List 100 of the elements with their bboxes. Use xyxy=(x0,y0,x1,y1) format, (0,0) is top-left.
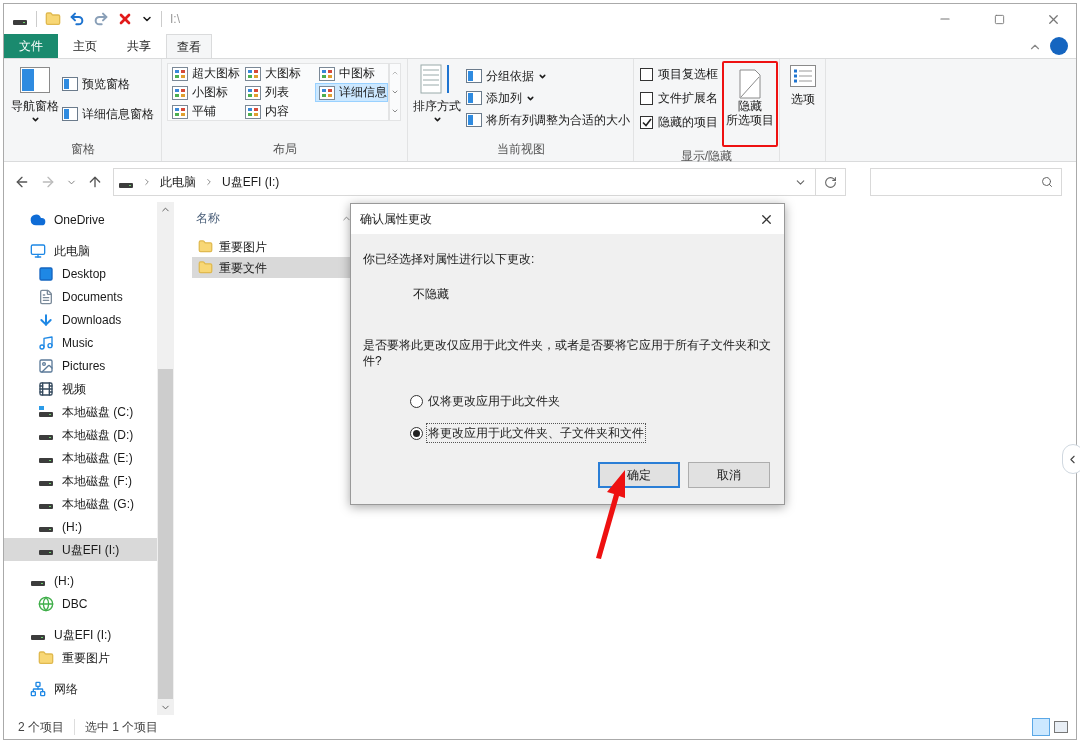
dialog-button[interactable]: 确定 xyxy=(598,462,680,488)
file-row[interactable]: 重要图片 xyxy=(192,236,362,257)
ribbon-tab[interactable]: 文件 xyxy=(4,34,58,58)
size-columns-button[interactable]: 将所有列调整为合适的大小 xyxy=(466,111,630,129)
nav-item[interactable]: 本地磁盘 (E:) xyxy=(4,446,157,469)
up-icon[interactable] xyxy=(87,174,103,190)
drive-icon xyxy=(39,481,53,486)
radio-label: 仅将更改应用于此文件夹 xyxy=(427,393,561,410)
network-icon xyxy=(30,680,46,697)
checkbox-label: 文件扩展名 xyxy=(658,90,718,107)
document-icon xyxy=(38,288,54,305)
options-button[interactable]: 选项 xyxy=(789,65,816,111)
view-icon xyxy=(318,85,335,100)
add-columns-button[interactable]: 添加列 xyxy=(466,89,630,107)
system-drive-icon xyxy=(38,405,54,418)
search-icon xyxy=(1041,176,1053,188)
window-title: I:\ xyxy=(170,11,180,28)
radio-label: 将更改应用于此文件夹、子文件夹和文件 xyxy=(426,423,646,443)
drive-icon xyxy=(39,504,53,509)
scrollbar[interactable] xyxy=(157,202,174,715)
view-icon xyxy=(172,85,188,100)
view-icon xyxy=(245,85,262,100)
pane-icon xyxy=(62,77,78,91)
pane-icon xyxy=(62,107,78,121)
layout-option[interactable]: 平铺 xyxy=(168,102,242,121)
chevron-icon xyxy=(204,177,214,187)
collapse-pane-button[interactable] xyxy=(1062,444,1080,474)
refresh-icon[interactable] xyxy=(824,175,837,189)
nav-item[interactable]: OneDrive xyxy=(4,208,157,231)
nav-item[interactable]: Music xyxy=(4,331,157,354)
nav-item[interactable]: (H:) xyxy=(4,569,157,592)
group-by-button[interactable]: 分组依据 xyxy=(466,67,630,85)
radio-button[interactable] xyxy=(410,426,423,440)
nav-item[interactable]: 重要图片 xyxy=(4,646,157,669)
nav-item[interactable]: Pictures xyxy=(4,354,157,377)
undo-icon[interactable] xyxy=(69,11,85,27)
view-icon xyxy=(245,66,262,81)
layout-option[interactable]: 中图标 xyxy=(314,64,388,83)
breadcrumb[interactable]: U盘EFI (I:) xyxy=(222,173,280,191)
drive-icon xyxy=(39,550,53,555)
film-icon xyxy=(38,380,54,397)
ribbon-tab[interactable]: 查看 xyxy=(166,34,212,58)
search-field[interactable] xyxy=(870,168,1062,196)
nav-item[interactable]: 本地磁盘 (F:) xyxy=(4,469,157,492)
layout-option[interactable]: 内容 xyxy=(241,102,315,121)
nav-item[interactable]: Downloads xyxy=(4,308,157,331)
details-pane-button[interactable]: 详细信息窗格 xyxy=(62,105,154,123)
scroll-down-icon xyxy=(391,88,399,96)
nav-item[interactable]: 本地磁盘 (C:) xyxy=(4,400,157,423)
picture-icon xyxy=(38,357,54,374)
group-label: 窗格 xyxy=(69,141,96,158)
gallery-scrollbar[interactable] xyxy=(389,63,401,121)
back-icon[interactable] xyxy=(14,174,30,190)
globe-icon xyxy=(38,595,54,612)
layout-option[interactable]: 详细信息 xyxy=(314,83,388,102)
ribbon-tab[interactable]: 共享 xyxy=(112,34,166,58)
music-icon xyxy=(38,334,54,351)
folder-icon xyxy=(38,649,54,666)
thumbnail-view-icon[interactable] xyxy=(1054,721,1068,733)
address-bar[interactable]: 此电脑 U盘EFI (I:) xyxy=(113,168,846,196)
drive-icon xyxy=(39,435,53,440)
sort-by-button[interactable]: 排序方式 xyxy=(412,63,462,140)
help-icon[interactable] xyxy=(1050,37,1068,55)
chevron-icon xyxy=(142,177,152,187)
checkbox[interactable] xyxy=(640,115,653,129)
folder-icon xyxy=(198,239,213,254)
layout-option[interactable]: 超大图标 xyxy=(168,64,242,83)
nav-item[interactable]: 本地磁盘 (G:) xyxy=(4,492,157,515)
scrollbar-thumb[interactable] xyxy=(158,368,173,699)
nav-item[interactable]: DBC xyxy=(4,592,157,615)
redo-icon[interactable] xyxy=(93,11,109,27)
breadcrumb[interactable]: 此电脑 xyxy=(160,173,196,191)
checkbox[interactable] xyxy=(640,67,653,81)
nav-item[interactable]: U盘EFI (I:) xyxy=(4,623,157,646)
delete-icon[interactable] xyxy=(117,11,133,27)
group-label: 显示/隐藏 xyxy=(679,148,734,165)
column-header[interactable]: 名称 xyxy=(196,209,220,227)
details-view-icon[interactable] xyxy=(1032,718,1050,736)
preview-pane-button[interactable]: 预览窗格 xyxy=(62,75,154,93)
nav-item[interactable]: U盘EFI (I:) xyxy=(4,538,157,561)
checkbox-label: 隐藏的项目 xyxy=(658,114,718,131)
dialog-button[interactable]: 取消 xyxy=(688,462,770,488)
hide-selected-button[interactable]: 隐藏 所选项目 xyxy=(724,63,776,145)
nav-item[interactable]: 本地磁盘 (D:) xyxy=(4,423,157,446)
layout-option[interactable]: 列表 xyxy=(241,83,315,102)
nav-item[interactable]: Desktop xyxy=(4,262,157,285)
nav-item[interactable]: (H:) xyxy=(4,515,157,538)
layout-option[interactable]: 小图标 xyxy=(168,83,242,102)
nav-item[interactable]: 此电脑 xyxy=(4,239,157,262)
ribbon-tab[interactable]: 主页 xyxy=(58,34,112,58)
checkbox[interactable] xyxy=(640,91,653,105)
navigation-pane-button[interactable]: 导航窗格 xyxy=(8,67,62,124)
radio-button[interactable] xyxy=(410,394,423,408)
caret-icon xyxy=(432,115,442,124)
dialog-question: 是否要将此更改仅应用于此文件夹，或者是否要将它应用于所有子文件夹和文件? xyxy=(363,337,772,369)
layout-option[interactable]: 大图标 xyxy=(241,64,315,83)
columns-icon xyxy=(466,91,482,105)
nav-item[interactable]: 视频 xyxy=(4,377,157,400)
nav-item[interactable]: Documents xyxy=(4,285,157,308)
nav-item[interactable]: 网络 xyxy=(4,677,157,700)
